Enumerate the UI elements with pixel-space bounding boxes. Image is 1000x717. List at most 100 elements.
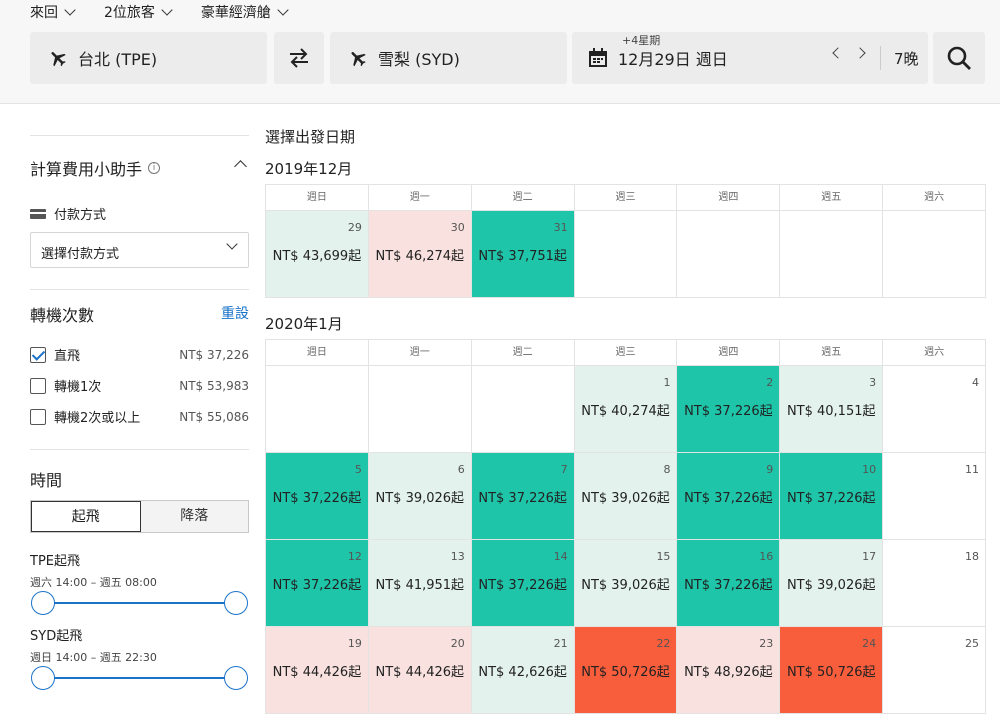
tpe-slider-start-handle[interactable] <box>31 591 55 615</box>
calendar-day-cell[interactable]: 2 NT$ 37,226起 <box>677 365 781 453</box>
weekday-label: 週四 <box>677 185 781 211</box>
calendar-day-cell[interactable]: 22 NT$ 50,726起 <box>574 626 678 714</box>
weekday-header-row: 週日 週一 週二 週三 週四 週五 週六 <box>265 184 986 211</box>
reset-link[interactable]: 重設 <box>221 303 249 323</box>
calendar-week-row: 12 NT$ 37,226起 13 NT$ 41,951起 14 NT$ 37,226起 1… <box>265 539 987 627</box>
calendar-day-cell[interactable]: 24 NT$ 50,726起 <box>780 626 884 714</box>
calc-helper-header[interactable]: 計算費用小助手 i <box>30 156 161 180</box>
trip-type-dropdown[interactable]: 來回 <box>30 2 76 22</box>
destination-field[interactable]: 雪梨 (SYD) <box>330 32 567 84</box>
payment-select[interactable]: 選擇付款方式 <box>30 232 249 268</box>
trip-type-label: 來回 <box>30 5 58 21</box>
day-price: NT$ 37,226起 <box>272 578 362 593</box>
day-price: NT$ 42,626起 <box>478 665 567 680</box>
syd-slider-start-handle[interactable] <box>31 666 55 690</box>
calendar-day-cell[interactable]: 13 NT$ 41,951起 <box>368 539 472 627</box>
day-number: 15 <box>656 550 671 563</box>
checkbox-checked[interactable] <box>30 346 46 363</box>
calendar-day-cell[interactable]: 6 NT$ 39,026起 <box>368 452 472 540</box>
day-price: NT$ 39,026起 <box>581 578 670 593</box>
travelers-label: 2位旅客 <box>104 5 155 21</box>
day-number: 2 <box>766 376 774 389</box>
calendar-heading: 選擇出發日期 <box>265 128 356 146</box>
chevron-down-icon <box>161 4 173 16</box>
calendar-empty-cell <box>471 365 575 453</box>
tab-depart[interactable]: 起飛 <box>31 501 141 532</box>
tpe-slider-end-handle[interactable] <box>224 591 248 615</box>
stop-option-two-plus[interactable]: 轉機2次或以上 NT$ 55,086 <box>30 407 249 426</box>
calendar-day-cell[interactable]: 21 NT$ 42,626起 <box>471 626 575 714</box>
day-number: 8 <box>663 463 671 476</box>
info-icon[interactable]: i <box>148 162 161 174</box>
calendar-day-cell[interactable]: 20 NT$ 44,426起 <box>368 626 472 714</box>
cabin-dropdown[interactable]: 豪華經濟艙 <box>201 2 289 22</box>
weekday-label: 週一 <box>369 185 472 211</box>
day-number: 17 <box>862 550 877 563</box>
calendar-day-cell[interactable]: 1 NT$ 40,274起 <box>574 365 678 453</box>
calendar-day-cell[interactable]: 9 NT$ 37,226起 <box>677 452 781 540</box>
destination-text: 雪梨 (SYD) <box>378 50 460 69</box>
weekday-label: 週日 <box>266 185 369 211</box>
calendar-day-cell[interactable]: 12 NT$ 37,226起 <box>266 539 369 627</box>
calendar-day-cell[interactable]: 5 NT$ 37,226起 <box>266 452 369 540</box>
day-number: 13 <box>450 550 465 563</box>
chevron-up-icon[interactable] <box>234 160 247 173</box>
calendar-day-cell[interactable]: 3 NT$ 40,151起 <box>780 365 884 453</box>
chevron-down-icon <box>277 4 289 16</box>
payment-label: 付款方式 <box>30 204 106 223</box>
weekday-label: 週日 <box>266 340 369 366</box>
day-number: 21 <box>553 637 568 650</box>
calendar-day-cell[interactable]: 30 NT$ 46,274起 <box>368 210 472 298</box>
calendar-day-cell[interactable]: 15 NT$ 39,026起 <box>574 539 678 627</box>
day-number: 4 <box>972 376 980 389</box>
month-title: 2020年1月 <box>265 315 343 333</box>
swap-icon <box>290 48 308 68</box>
search-bar: 來回 2位旅客 豪華經濟艙 台北 (TPE) 雪梨 (SYD) +4星期 12月… <box>0 0 1000 104</box>
day-price: NT$ 43,699起 <box>272 249 362 264</box>
day-price: NT$ 50,726起 <box>581 665 670 680</box>
checkbox[interactable] <box>30 377 46 394</box>
calendar-day-cell[interactable]: 17 NT$ 39,026起 <box>780 539 884 627</box>
day-price: NT$ 37,226起 <box>786 491 876 506</box>
nights-dropdown[interactable]: 7晚 <box>894 48 919 69</box>
swap-button[interactable] <box>274 32 324 84</box>
calendar-day-cell[interactable]: 31 NT$ 37,751起 <box>471 210 575 298</box>
day-number: 24 <box>862 637 877 650</box>
origin-text: 台北 (TPE) <box>78 50 158 69</box>
calendar-day-cell[interactable]: 29 NT$ 43,699起 <box>266 210 369 298</box>
weekday-label: 週四 <box>677 340 781 366</box>
day-number: 9 <box>766 463 774 476</box>
calendar-day-cell: 4 <box>883 365 987 453</box>
day-number: 10 <box>862 463 877 476</box>
day-price: NT$ 37,751起 <box>478 249 567 264</box>
stop-option-direct[interactable]: 直飛 NT$ 37,226 <box>30 345 249 364</box>
calendar-day-cell[interactable]: 8 NT$ 39,026起 <box>574 452 678 540</box>
calendar-day-cell[interactable]: 7 NT$ 37,226起 <box>471 452 575 540</box>
syd-slider-end-handle[interactable] <box>224 666 248 690</box>
date-field[interactable]: +4星期 12月29日 週日 7晚 <box>572 32 928 84</box>
stop-option-price: NT$ 55,086 <box>179 409 249 424</box>
syd-slider-track[interactable] <box>42 677 237 679</box>
tpe-slider-track[interactable] <box>42 602 237 604</box>
checkbox[interactable] <box>30 408 46 425</box>
calendar-day-cell[interactable]: 10 NT$ 37,226起 <box>780 452 884 540</box>
calendar-day-cell[interactable]: 16 NT$ 37,226起 <box>677 539 781 627</box>
origin-field[interactable]: 台北 (TPE) <box>30 32 267 84</box>
month-grid: 週日 週一 週二 週三 週四 週五 週六 29 NT$ 43,699起 30 NT$ 46,274起… <box>265 184 987 298</box>
day-price: NT$ 37,226起 <box>478 578 567 593</box>
tab-land[interactable]: 降落 <box>140 501 248 532</box>
stop-option-one[interactable]: 轉機1次 NT$ 53,983 <box>30 376 249 395</box>
next-date-button[interactable] <box>854 47 866 59</box>
prev-date-button[interactable] <box>832 47 844 59</box>
calendar-day-cell[interactable]: 23 NT$ 48,926起 <box>677 626 781 714</box>
trip-options: 來回 2位旅客 豪華經濟艙 <box>30 2 289 22</box>
search-button[interactable] <box>933 32 985 84</box>
day-number: 11 <box>965 463 980 476</box>
calendar-day-cell[interactable]: 19 NT$ 44,426起 <box>266 626 369 714</box>
calendar-week-row: 29 NT$ 43,699起 30 NT$ 46,274起 31 NT$ 37,751起 <box>265 210 987 298</box>
calendar-day-cell[interactable]: 14 NT$ 37,226起 <box>471 539 575 627</box>
time-title: 時間 <box>30 471 63 490</box>
day-price: NT$ 37,226起 <box>684 491 773 506</box>
travelers-dropdown[interactable]: 2位旅客 <box>104 2 173 22</box>
weekday-label: 週二 <box>472 340 575 366</box>
